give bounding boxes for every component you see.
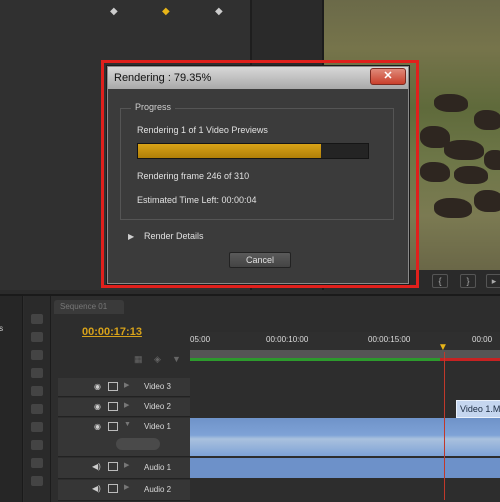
selection-tool-icon[interactable]: [31, 314, 43, 324]
track-audio-2[interactable]: ◀) ▶ Audio 2: [58, 480, 190, 501]
highlight-box: [101, 60, 419, 288]
expand-track-icon[interactable]: ▶: [124, 461, 129, 469]
track-video-3[interactable]: ◉ ▶ Video 3: [58, 378, 190, 397]
keyframe-icon[interactable]: ◆: [215, 6, 223, 17]
playhead-icon[interactable]: ▼: [438, 342, 448, 353]
project-panel: ems: [0, 296, 23, 502]
rolling-edit-tool-icon[interactable]: [31, 368, 43, 378]
filmstrip-icon[interactable]: [108, 422, 118, 431]
tools-panel: [24, 296, 51, 502]
work-area-bar[interactable]: [190, 350, 500, 358]
track-label: Video 1: [144, 422, 171, 431]
step-forward-icon[interactable]: }: [460, 274, 476, 288]
marker-icon[interactable]: ◈: [154, 354, 161, 365]
ruler-tick-label: 00:00: [472, 335, 493, 344]
sync-lock-icon[interactable]: [108, 484, 118, 493]
unrendered-indicator: [440, 358, 500, 361]
ruler-tick-label: 00:00:10:00: [266, 335, 309, 344]
speaker-icon[interactable]: ◀): [92, 462, 101, 471]
track-label: Audio 1: [144, 463, 172, 472]
speaker-icon[interactable]: ◀): [92, 484, 101, 493]
expand-track-icon[interactable]: ▶: [124, 381, 129, 389]
track-label: Audio 2: [144, 485, 172, 494]
slip-tool-icon[interactable]: [31, 422, 43, 432]
ripple-edit-tool-icon[interactable]: [31, 350, 43, 360]
play-icon[interactable]: ▸: [486, 274, 500, 288]
filmstrip-icon[interactable]: [108, 382, 118, 391]
timeline-panel: ems Sequence 01 00:00:17:13 ▦ ◈ ▼ 05:00 …: [0, 294, 500, 502]
track-video-1[interactable]: ◉ ▼ Video 1: [58, 418, 190, 457]
expand-track-icon[interactable]: ▶: [124, 401, 129, 409]
project-panel-label: ems: [0, 324, 4, 333]
audio-clip[interactable]: [190, 458, 500, 478]
expand-track-icon[interactable]: ▶: [124, 483, 129, 491]
track-label: Video 3: [144, 382, 171, 391]
eye-icon[interactable]: ◉: [94, 422, 101, 431]
track-video-2[interactable]: ◉ ▶ Video 2: [58, 398, 190, 417]
keyframe-icon[interactable]: ◆: [110, 6, 118, 17]
timecode-display[interactable]: 00:00:17:13: [82, 326, 142, 338]
step-back-icon[interactable]: {: [432, 274, 448, 288]
playhead-line[interactable]: [444, 352, 445, 500]
track-audio-1[interactable]: ◀) ▶ Audio 1: [58, 458, 190, 479]
clip-name-label[interactable]: Video 1.M: [456, 400, 500, 418]
sync-lock-icon[interactable]: [108, 462, 118, 471]
expand-track-icon[interactable]: ▼: [124, 421, 131, 428]
eye-icon[interactable]: ◉: [94, 382, 101, 391]
track-select-tool-icon[interactable]: [31, 332, 43, 342]
snap-icon[interactable]: ▦: [134, 354, 143, 365]
rendered-indicator: [190, 358, 440, 361]
rate-stretch-tool-icon[interactable]: [31, 386, 43, 396]
time-ruler[interactable]: 05:00 00:00:10:00 00:00:15:00 00:00 ▼: [190, 332, 500, 361]
sequence-tab-label: Sequence 01: [60, 302, 108, 311]
razor-tool-icon[interactable]: [31, 404, 43, 414]
keyframe-active-icon[interactable]: ◆: [162, 6, 170, 17]
add-marker-icon[interactable]: ▼: [172, 354, 181, 364]
track-label: Video 2: [144, 402, 171, 411]
track-keyframe-control[interactable]: [116, 438, 160, 450]
ruler-tick-label: 05:00: [190, 335, 211, 344]
video-clip[interactable]: [190, 418, 500, 456]
ruler-tick-label: 00:00:15:00: [368, 335, 411, 344]
hand-tool-icon[interactable]: [31, 458, 43, 468]
eye-icon[interactable]: ◉: [94, 402, 101, 411]
tab-sequence[interactable]: Sequence 01: [54, 300, 124, 314]
zoom-tool-icon[interactable]: [31, 476, 43, 486]
filmstrip-icon[interactable]: [108, 402, 118, 411]
pen-tool-icon[interactable]: [31, 440, 43, 450]
